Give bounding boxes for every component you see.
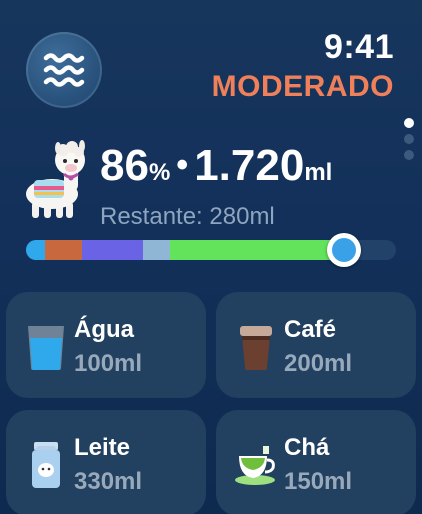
drink-name: Chá (284, 434, 330, 461)
drink-tile-agua[interactable]: Água 100ml (6, 292, 206, 398)
waves-button[interactable] (26, 32, 102, 108)
page-indicator (404, 118, 416, 166)
water-glass-icon (28, 326, 64, 370)
drink-amount: 200ml (284, 350, 353, 377)
page-dot (404, 150, 414, 160)
llama-icon (20, 140, 94, 222)
progress-segment (44, 240, 82, 260)
tea-cup-icon (235, 446, 275, 485)
drink-amount: 100ml (74, 350, 143, 377)
progress-segment (142, 240, 171, 260)
drink-tile-cha[interactable]: Chá 150ml (216, 410, 416, 514)
total-unit: ml (304, 159, 333, 186)
intake-total-line: 86% • 1.720ml (100, 142, 332, 197)
header: 9:41 MODERADO (0, 0, 422, 130)
progress-fill (26, 240, 345, 260)
page-dot (404, 118, 414, 128)
progress-segment (26, 240, 45, 260)
clock-time: 9:41 (323, 28, 394, 66)
hydration-summary: 86% • 1.720ml Restante: 280ml (100, 142, 332, 231)
waves-icon (43, 53, 85, 87)
daily-progress-bar (26, 233, 396, 267)
page-dot (404, 134, 414, 144)
separator-dot: • (176, 146, 189, 184)
percent-sign: % (148, 159, 171, 186)
coffee-cup-icon (240, 326, 272, 370)
drink-name: Água (74, 316, 134, 343)
progress-segment (170, 240, 345, 260)
drink-name: Leite (74, 434, 131, 461)
drink-tile-cafe[interactable]: Café 200ml (216, 292, 416, 398)
total-volume: 1.720 (194, 141, 305, 190)
drink-tile-leite[interactable]: Leite 330ml (6, 410, 206, 514)
progress-knob[interactable] (327, 233, 362, 267)
milk-carton-icon (32, 442, 60, 488)
drink-amount: 330ml (74, 468, 143, 495)
remaining-label: Restante: 280ml (100, 203, 275, 230)
progress-segment (81, 240, 143, 260)
drink-amount: 150ml (284, 468, 353, 495)
drink-name: Café (284, 316, 337, 343)
hydration-level-label: MODERADO (211, 70, 394, 103)
percent-value: 86 (100, 141, 149, 190)
